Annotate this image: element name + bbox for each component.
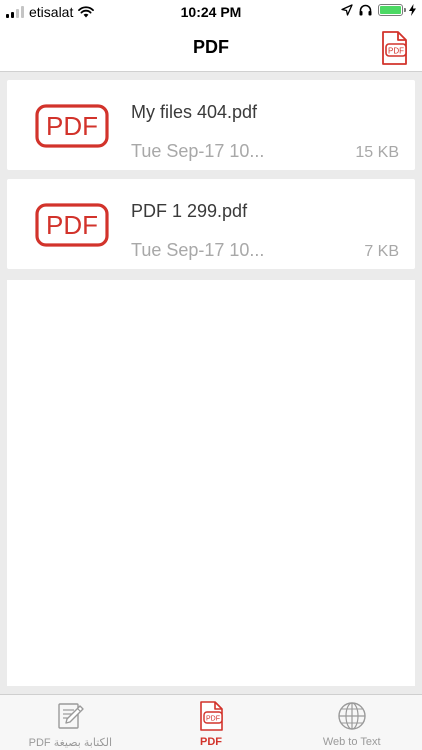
pdf-file-icon: PDF bbox=[382, 31, 407, 65]
tab-pdf[interactable]: PDF PDF bbox=[141, 695, 282, 750]
file-date: Tue Sep-17 10... bbox=[131, 240, 265, 260]
screen: etisalat 10:24 PM PDF PDF PDF My files 4… bbox=[0, 0, 422, 750]
tab-write-pdf[interactable]: PDF الكتابة بصيغة bbox=[0, 695, 141, 750]
status-bar: etisalat 10:24 PM bbox=[0, 0, 422, 26]
battery-level bbox=[380, 6, 401, 14]
file-size: 7 KB bbox=[364, 243, 399, 260]
pdf-thumbnail-text: PDF bbox=[46, 111, 98, 141]
globe-icon bbox=[337, 702, 366, 730]
tab-bar: PDF الكتابة بصيغة PDF PDF Web to Text bbox=[0, 694, 422, 750]
tab-label: PDF bbox=[200, 736, 222, 748]
tab-web-to-text[interactable]: Web to Text bbox=[281, 695, 422, 750]
pdf-thumbnail-icon: PDF bbox=[35, 203, 109, 247]
file-date: Tue Sep-17 10... bbox=[131, 141, 265, 161]
pdf-thumbnail-icon: PDF bbox=[35, 104, 109, 148]
empty-list-area bbox=[7, 280, 415, 686]
headphones-icon bbox=[359, 4, 372, 16]
tab-label: PDF الكتابة بصيغة bbox=[28, 737, 113, 749]
battery-icon bbox=[378, 4, 406, 16]
file-list: PDF My files 404.pdf Tue Sep-17 10... 15… bbox=[0, 72, 422, 694]
pdf-thumbnail-text: PDF bbox=[46, 210, 98, 240]
file-row[interactable]: PDF My files 404.pdf Tue Sep-17 10... 15… bbox=[7, 80, 415, 170]
file-row[interactable]: PDF PDF 1 299.pdf Tue Sep-17 10... 7 KB bbox=[7, 179, 415, 269]
edit-document-icon bbox=[58, 703, 85, 729]
file-name: My files 404.pdf bbox=[131, 102, 258, 122]
navigation-bar: PDF PDF bbox=[0, 26, 422, 72]
file-name: PDF 1 299.pdf bbox=[131, 201, 248, 221]
svg-text:PDF: PDF bbox=[388, 47, 404, 56]
svg-text:PDF: PDF bbox=[206, 716, 220, 723]
status-right bbox=[341, 4, 416, 16]
create-pdf-button[interactable]: PDF bbox=[376, 30, 412, 66]
charging-bolt-icon bbox=[409, 4, 416, 16]
file-size: 15 KB bbox=[355, 144, 399, 161]
pdf-file-icon: PDF bbox=[200, 701, 223, 731]
location-arrow-icon bbox=[341, 4, 353, 16]
tab-label: Web to Text bbox=[322, 736, 381, 748]
page-title: PDF bbox=[193, 37, 229, 57]
